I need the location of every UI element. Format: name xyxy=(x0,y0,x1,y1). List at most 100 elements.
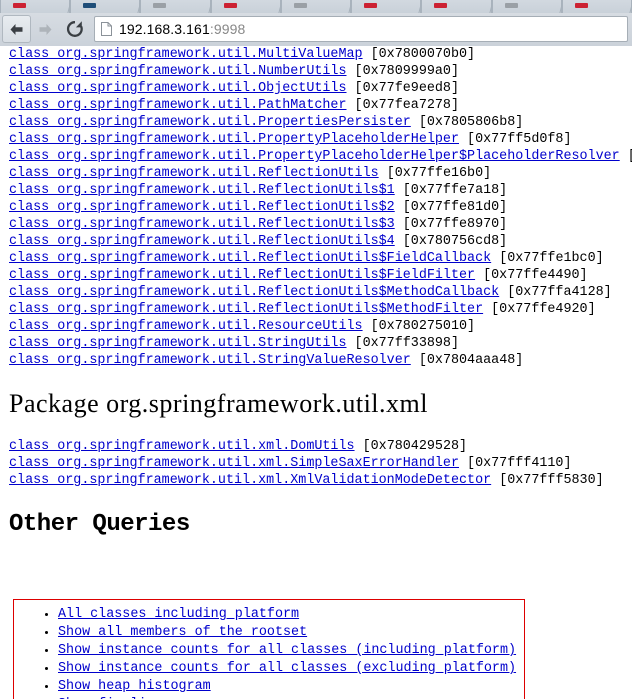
class-link[interactable]: class org.springframework.util.NumberUti… xyxy=(9,64,347,79)
class-link[interactable]: class org.springframework.util.StringUti… xyxy=(9,336,347,351)
browser-tab[interactable] xyxy=(351,0,421,13)
browser-toolbar: 192.168.3.161:9998 xyxy=(0,13,632,46)
query-link[interactable]: All classes including platform xyxy=(58,607,299,622)
class-address: [0x77fe9eed8] xyxy=(347,81,460,96)
tab-favicon-icon xyxy=(224,3,237,8)
tab-favicon-icon xyxy=(364,3,377,8)
browser-chrome: 192.168.3.161:9998 xyxy=(0,0,632,46)
class-address: [0x780275010] xyxy=(363,319,476,334)
class-address: [0x77ffe1bc0] xyxy=(491,251,604,266)
browser-tab[interactable] xyxy=(140,0,210,13)
class-link[interactable]: class org.springframework.util.MultiValu… xyxy=(9,47,363,62)
query-list-item: Show instance counts for all classes (ex… xyxy=(58,660,524,678)
class-link[interactable]: class org.springframework.util.Reflectio… xyxy=(9,217,395,232)
class-address: [0x77fff5830] xyxy=(491,473,604,488)
util-class-list: class org.springframework.util.MultiValu… xyxy=(0,46,632,369)
class-link[interactable]: class org.springframework.util.xml.XmlVa… xyxy=(9,473,491,488)
class-link[interactable]: class org.springframework.util.PropertyP… xyxy=(9,149,620,164)
class-link[interactable]: class org.springframework.util.ResourceU… xyxy=(9,319,363,334)
page-content: class org.springframework.util.MultiValu… xyxy=(0,46,632,699)
class-link[interactable]: class org.springframework.util.Reflectio… xyxy=(9,234,395,249)
xml-class-list: class org.springframework.util.xml.DomUt… xyxy=(0,438,632,489)
class-link[interactable]: class org.springframework.util.Reflectio… xyxy=(9,200,395,215)
tab-favicon-icon xyxy=(505,3,518,8)
browser-tab[interactable] xyxy=(421,0,491,13)
class-link[interactable]: class org.springframework.util.xml.DomUt… xyxy=(9,439,355,454)
back-arrow-icon xyxy=(8,22,25,37)
class-link[interactable]: class org.springframework.util.ObjectUti… xyxy=(9,81,347,96)
class-address: [0x780756cd8] xyxy=(395,234,508,249)
address-bar[interactable]: 192.168.3.161:9998 xyxy=(94,16,628,42)
other-queries-list: All classes including platform Show all m… xyxy=(14,606,524,699)
browser-tab[interactable] xyxy=(70,0,140,13)
class-entry: class org.springframework.util.StringUti… xyxy=(0,335,632,352)
class-entry: class org.springframework.util.Reflectio… xyxy=(0,216,632,233)
browser-tab[interactable] xyxy=(562,0,632,13)
url-text: 192.168.3.161:9998 xyxy=(119,21,245,37)
class-link[interactable]: class org.springframework.util.Reflectio… xyxy=(9,268,475,283)
other-queries-box: All classes including platform Show all m… xyxy=(13,599,525,699)
forward-button[interactable] xyxy=(31,15,60,43)
query-link[interactable]: Show instance counts for all classes (in… xyxy=(58,643,516,658)
class-address: [0x77fff4110] xyxy=(459,456,572,471)
other-queries-heading: Other Queries xyxy=(0,511,632,538)
browser-tab[interactable] xyxy=(211,0,281,13)
class-link[interactable]: class org.springframework.util.PathMatch… xyxy=(9,98,347,113)
class-link[interactable]: class org.springframework.util.Propertie… xyxy=(9,115,411,130)
class-entry: class org.springframework.util.PropertyP… xyxy=(0,148,632,165)
query-link[interactable]: Show instance counts for all classes (ex… xyxy=(58,661,516,676)
class-link[interactable]: class org.springframework.util.PropertyP… xyxy=(9,132,459,147)
url-port: :9998 xyxy=(210,21,246,37)
tab-favicon-icon xyxy=(575,3,588,8)
class-link[interactable]: class org.springframework.util.Reflectio… xyxy=(9,302,483,317)
class-entry: class org.springframework.util.MultiValu… xyxy=(0,46,632,63)
class-entry: class org.springframework.util.xml.Simpl… xyxy=(0,455,632,472)
query-link[interactable]: Show all members of the rootset xyxy=(58,625,307,640)
class-address: [0x7805806b8] xyxy=(411,115,524,130)
tab-favicon-icon xyxy=(434,3,447,8)
tab-favicon-icon xyxy=(83,3,96,8)
browser-tab[interactable] xyxy=(492,0,562,13)
query-list-item: All classes including platform xyxy=(58,606,524,624)
class-entry: class org.springframework.util.xml.DomUt… xyxy=(0,438,632,455)
browser-tab[interactable] xyxy=(0,0,70,13)
url-host: 192.168.3.161 xyxy=(119,21,210,37)
class-entry: class org.springframework.util.Reflectio… xyxy=(0,250,632,267)
class-entry: class org.springframework.util.ResourceU… xyxy=(0,318,632,335)
class-entry: class org.springframework.util.StringVal… xyxy=(0,352,632,369)
class-entry: class org.springframework.util.Reflectio… xyxy=(0,165,632,182)
class-entry: class org.springframework.util.ObjectUti… xyxy=(0,80,632,97)
class-link[interactable]: class org.springframework.util.Reflectio… xyxy=(9,183,395,198)
package-heading: Package org.springframework.util.xml xyxy=(0,389,632,419)
query-link[interactable]: Show heap histogram xyxy=(58,679,211,694)
reload-icon xyxy=(66,20,84,38)
class-link[interactable]: class org.springframework.util.Reflectio… xyxy=(9,285,499,300)
class-address: [0x7809999a0] xyxy=(347,64,460,79)
class-link[interactable]: class org.springframework.util.Reflectio… xyxy=(9,166,379,181)
class-entry: class org.springframework.util.Reflectio… xyxy=(0,182,632,199)
class-entry: class org.springframework.util.PropertyP… xyxy=(0,131,632,148)
class-address: [0x77ffe16b0] xyxy=(379,166,492,181)
class-link[interactable]: class org.springframework.util.StringVal… xyxy=(9,353,411,368)
class-address: [0x77ffe8970] xyxy=(395,217,508,232)
query-list-item: Show heap histogram xyxy=(58,678,524,696)
tab-strip[interactable] xyxy=(0,0,632,13)
back-button[interactable] xyxy=(2,15,31,43)
class-entry: class org.springframework.util.PathMatch… xyxy=(0,97,632,114)
class-link[interactable]: class org.springframework.util.xml.Simpl… xyxy=(9,456,459,471)
class-address: [0x77fea7278] xyxy=(347,98,460,113)
tab-favicon-icon xyxy=(13,3,26,8)
class-address: [0x780429528] xyxy=(355,439,468,454)
class-address: [0x7800070b0] xyxy=(363,47,476,62)
reload-button[interactable] xyxy=(60,15,89,43)
class-entry: class org.springframework.util.NumberUti… xyxy=(0,63,632,80)
browser-tab[interactable] xyxy=(281,0,351,13)
class-address: [0x77ffa4128] xyxy=(499,285,612,300)
class-entry: class org.springframework.util.Reflectio… xyxy=(0,233,632,250)
class-entry: class org.springframework.util.Propertie… xyxy=(0,114,632,131)
class-address: [0x77ffe7a18] xyxy=(395,183,508,198)
class-entry: class org.springframework.util.Reflectio… xyxy=(0,301,632,318)
class-entry: class org.springframework.util.Reflectio… xyxy=(0,199,632,216)
forward-arrow-icon xyxy=(37,22,54,37)
class-link[interactable]: class org.springframework.util.Reflectio… xyxy=(9,251,491,266)
